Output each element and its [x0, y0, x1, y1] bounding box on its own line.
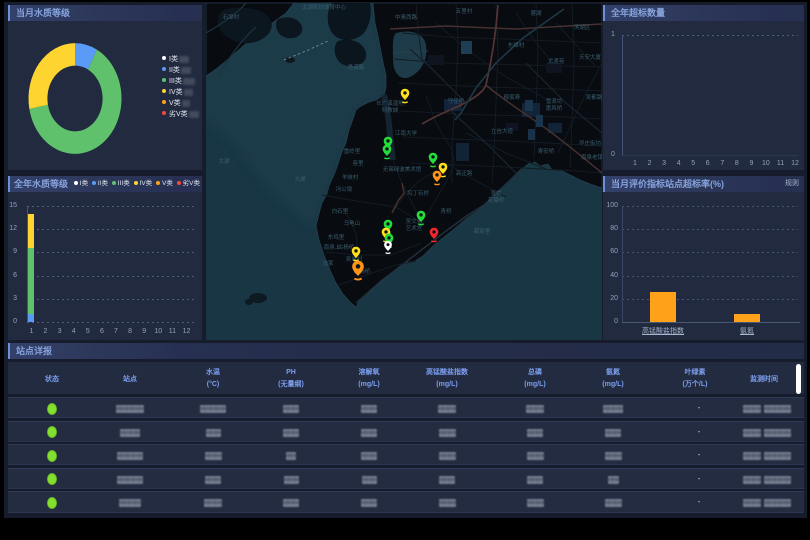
svg-text:东鸡里: 东鸡里: [328, 233, 345, 241]
svg-text:蓉湖: 蓉湖: [530, 9, 542, 17]
svg-text:羊岐村: 羊岐村: [342, 173, 359, 181]
svg-text:东绛村: 东绛村: [508, 41, 525, 49]
svg-text:无锡绿波美术馆: 无锡绿波美术馆: [383, 165, 422, 173]
svg-text:白石里: 白石里: [332, 207, 349, 215]
svg-text:石埠村: 石埠村: [223, 13, 240, 21]
svg-text:高正路: 高正路: [456, 169, 473, 177]
svg-text:中奥西路: 中奥西路: [395, 13, 418, 21]
svg-text:薛家里: 薛家里: [474, 227, 491, 235]
svg-text:华庄街坊: 华庄街坊: [579, 139, 602, 147]
svg-text:渔港路: 渔港路: [348, 63, 365, 71]
svg-text:长广溪湿地: 长广溪湿地: [376, 99, 404, 107]
svg-text:惠风桥: 惠风桥: [546, 104, 563, 112]
svg-text:容里: 容里: [352, 159, 364, 167]
svg-text:大湖: 大湖: [294, 175, 306, 183]
svg-text:寿安桥: 寿安桥: [538, 147, 555, 155]
svg-text:花塘桥: 花塘桥: [488, 196, 505, 204]
svg-text:太湖: 太湖: [218, 157, 230, 165]
svg-text:守佳桥: 守佳桥: [448, 97, 465, 105]
svg-text:尤渡苑: 尤渡苑: [548, 57, 565, 65]
svg-text:天安大厦: 天安大厦: [579, 53, 602, 61]
svg-text:江南大学: 江南大学: [395, 129, 418, 137]
svg-text:南泉老镇: 南泉老镇: [581, 153, 602, 161]
svg-text:坞丁石桥: 坞丁石桥: [407, 189, 430, 197]
svg-text:冯公墩: 冯公墩: [336, 185, 353, 193]
svg-text:立信大道: 立信大道: [491, 127, 514, 135]
svg-text:乌龟山: 乌龟山: [344, 219, 361, 227]
svg-text:郁家寿: 郁家寿: [504, 93, 521, 101]
svg-text:科教城: 科教城: [382, 106, 399, 114]
svg-text:五里村: 五里村: [456, 7, 473, 15]
svg-text:滨湖区: 滨湖区: [574, 23, 591, 31]
svg-text:沈家: 沈家: [322, 259, 334, 267]
svg-text:张桥: 张桥: [490, 189, 502, 197]
svg-text:青桥: 青桥: [440, 207, 452, 215]
svg-text:重岭里: 重岭里: [344, 147, 361, 155]
svg-text:吴都路: 吴都路: [586, 93, 602, 101]
svg-text:雪浪坊: 雪浪坊: [546, 97, 563, 105]
svg-text:太湖街坊体育中心: 太湖街坊体育中心: [302, 3, 347, 11]
